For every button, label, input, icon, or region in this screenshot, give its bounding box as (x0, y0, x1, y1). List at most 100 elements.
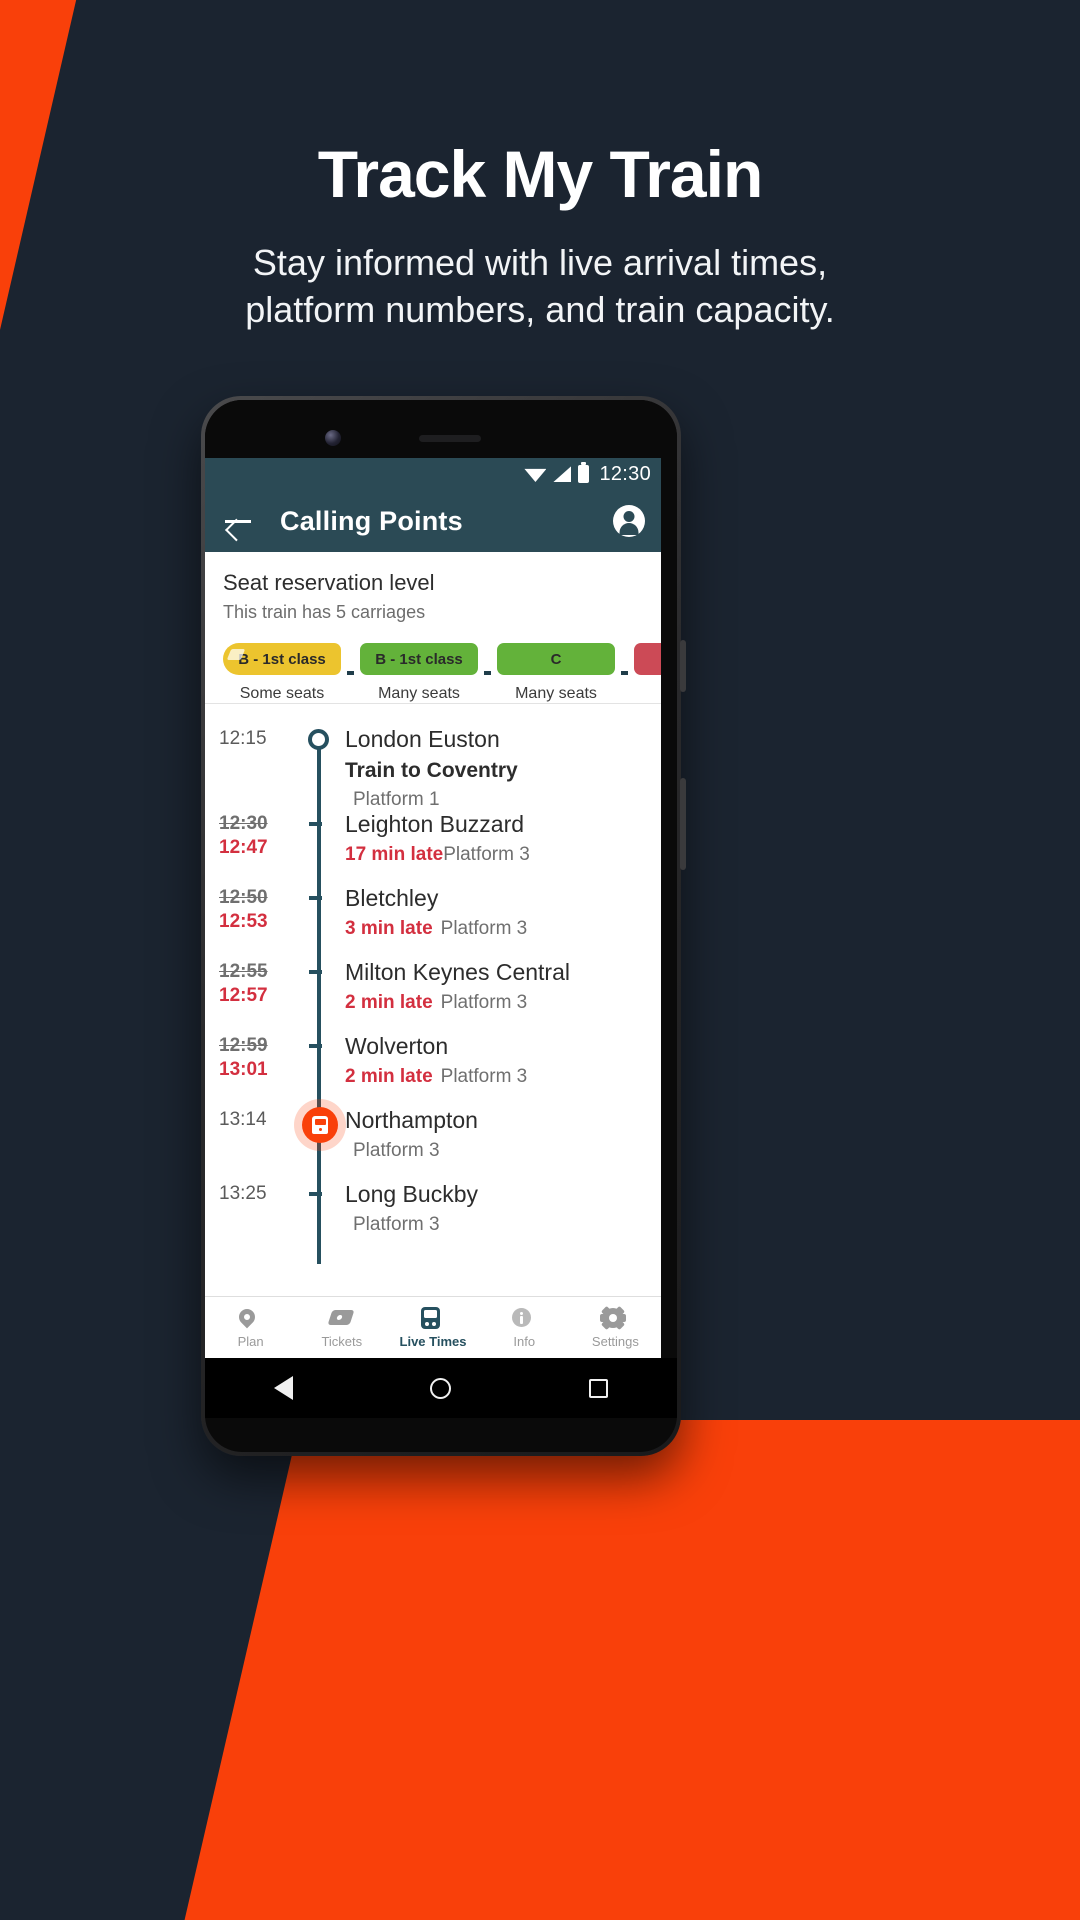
scheduled-time: 12:59 (219, 1035, 268, 1056)
platform-label: Platform 3 (443, 844, 530, 865)
back-triangle-icon[interactable] (273, 1376, 293, 1400)
phone-volume-button[interactable] (680, 778, 686, 870)
timeline-rail (303, 811, 337, 897)
signal-icon (553, 466, 572, 482)
calling-point-details: Bletchley 3 min late Platform 3 (337, 885, 647, 959)
delay-badge: 17 min late (345, 844, 444, 865)
calling-point-row[interactable]: 12:59 13:01 Wolverton 2 min late Platform 3 (205, 1033, 661, 1119)
info-icon-shape (512, 1308, 532, 1327)
platform-label: Platform 3 (353, 1140, 440, 1161)
station-name: London Euston (345, 726, 500, 752)
calling-point-status: Platform 3 (345, 1140, 647, 1162)
android-navigation-bar (205, 1358, 677, 1418)
platform-label: Platform 1 (353, 789, 440, 810)
stop-node-icon (309, 822, 322, 826)
timeline-rail (294, 1099, 346, 1193)
ticket-icon-shape (327, 1310, 355, 1325)
calling-point-row[interactable]: 12:15 London Euston Train to Coventry Platf… (205, 726, 661, 823)
calling-point-times: 12:15 (219, 726, 303, 811)
station-name: Leighton Buzzard (345, 811, 525, 837)
carriage-coupler (621, 671, 628, 675)
wifi-icon (524, 468, 547, 482)
nav-item-label: Plan (237, 1334, 264, 1349)
nav-item-info[interactable]: Info (479, 1306, 570, 1349)
calling-point-times: 13:14 (219, 1107, 303, 1181)
actual-time: 12:57 (219, 985, 268, 1006)
nav-item-label: Info (513, 1334, 536, 1349)
home-circle-icon[interactable] (430, 1377, 452, 1399)
status-clock: 12:30 (599, 462, 651, 485)
calling-point-times: 12:55 12:57 (219, 959, 303, 1033)
train-icon (421, 1306, 445, 1330)
back-arrow-icon[interactable] (221, 504, 255, 538)
carriage-item[interactable]: B - 1st class Some seats (223, 643, 341, 703)
nav-item-tickets[interactable]: Tickets (296, 1306, 387, 1349)
calling-point-details: Milton Keynes Central 2 min late Platform … (337, 959, 647, 1033)
carriage-coupler (484, 671, 491, 675)
recents-square-icon[interactable] (589, 1378, 609, 1398)
carriage-item[interactable]: C Many seats (497, 643, 615, 703)
station-name: Northampton (345, 1107, 478, 1133)
scheduled-time: 12:30 (219, 813, 268, 834)
calling-point-status: 17 min late Platform 3 (345, 844, 647, 866)
calling-points-timeline[interactable]: 12:15 London Euston Train to Coventry Platf… (205, 704, 661, 1264)
calling-point-row[interactable]: 12:30 12:47 Leighton Buzzard 17 min late Pla… (205, 811, 661, 897)
calling-point-row[interactable]: 12:55 12:57 Milton Keynes Central 2 min lat… (205, 959, 661, 1045)
page-title: Track My Train (317, 137, 764, 211)
timeline-rail (303, 959, 337, 1045)
nav-item-live-times[interactable]: Live Times (387, 1306, 478, 1349)
calling-point-status: 3 min late Platform 3 (345, 918, 647, 940)
train-destination: Train to Coventry (345, 759, 518, 782)
calling-point-row[interactable]: 13:25 Long Buckby Platform 3 (205, 1181, 661, 1264)
gear-icon-shape (600, 1305, 627, 1331)
carriage-seat-level: No seats (634, 685, 661, 703)
delay-badge: 3 min late (345, 918, 433, 939)
scheduled-time: 13:14 (219, 1109, 267, 1130)
carriage-coupler (347, 671, 354, 675)
location-pin-icon-shape (235, 1305, 258, 1329)
promo-screenshot: Track My Train Stay informed with live a… (0, 0, 1080, 1920)
scheduled-time: 12:50 (219, 887, 268, 908)
phone-power-button[interactable] (680, 640, 686, 692)
decorative-stripe-bottom (156, 1420, 1080, 1920)
nav-item-label: Tickets (321, 1334, 363, 1349)
platform-label: Platform 3 (440, 918, 528, 939)
location-pin-icon (235, 1305, 263, 1330)
calling-point-status: Platform 3 (345, 1214, 647, 1236)
stop-node-icon (309, 970, 322, 974)
bottom-navigation: Plan Tickets Live Times Info Settings (205, 1296, 661, 1358)
nav-item-plan[interactable]: Plan (205, 1305, 296, 1349)
current-train-icon (294, 1099, 346, 1151)
nav-item-settings[interactable]: Settings (570, 1305, 661, 1349)
status-bar: 12:30 (205, 458, 661, 490)
phone-top-bezel (205, 400, 677, 458)
battery-icon (578, 462, 590, 483)
carriage-item[interactable]: B - 1st class Many seats (360, 643, 478, 703)
calling-point-details: London Euston Train to Coventry Platform 1 (337, 726, 647, 811)
calling-point-row[interactable]: 13:14 Northampton Platform 3 (205, 1099, 661, 1193)
calling-point-times: 12:50 12:53 (219, 885, 303, 959)
calling-point-status: Platform 1 (345, 789, 647, 811)
calling-point-times: 13:25 (219, 1181, 303, 1255)
calling-point-details: Wolverton 2 min late Platform 3 (337, 1033, 647, 1107)
earpiece-speaker (419, 435, 481, 442)
app-bar-title: Calling Points (280, 505, 463, 536)
carriage-code: B - 1st class (360, 643, 478, 675)
gear-icon (600, 1305, 627, 1331)
account-circle-icon[interactable] (613, 505, 645, 537)
carriage-seat-level: Many seats (378, 685, 460, 702)
delay-badge: 2 min late (345, 992, 433, 1013)
timeline-rail (303, 885, 337, 971)
actual-time: 13:01 (219, 1059, 268, 1080)
timeline-rail (303, 726, 337, 823)
carriage-item[interactable]: D No seats (634, 643, 661, 703)
calling-point-details: Long Buckby Platform 3 (337, 1181, 647, 1255)
calling-point-row[interactable]: 12:50 12:53 Bletchley 3 min late Platform 3 (205, 885, 661, 971)
actual-time: 12:53 (219, 911, 268, 932)
origin-node-icon (308, 729, 329, 750)
timeline-rail (303, 1181, 337, 1264)
scheduled-time: 13:25 (219, 1183, 267, 1204)
delay-badge: 2 min late (345, 1066, 433, 1087)
calling-point-status: 2 min late Platform 3 (345, 1066, 647, 1088)
platform-label: Platform 3 (440, 992, 528, 1013)
